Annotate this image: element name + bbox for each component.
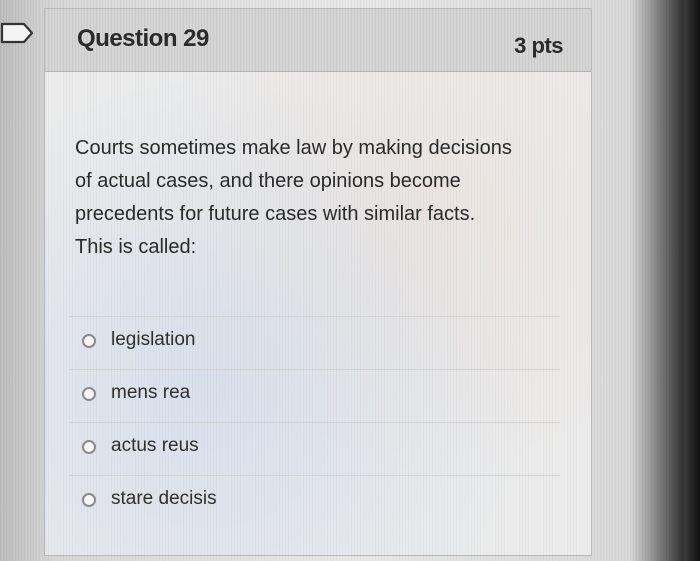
answer-label: legislation <box>111 329 196 350</box>
screen-edge <box>684 0 700 561</box>
radio-button[interactable] <box>82 387 96 401</box>
radio-button[interactable] <box>82 440 96 454</box>
question-text: Courts sometimes make law by making deci… <box>75 132 575 264</box>
answer-list: legislation mens rea actus reus stare de… <box>70 316 560 528</box>
question-title: Question 29 <box>77 25 209 52</box>
question-text-line: This is called: <box>75 236 197 258</box>
answer-option-legislation[interactable]: legislation <box>70 316 560 369</box>
answer-label: mens rea <box>111 382 191 403</box>
answer-label: actus reus <box>111 435 199 456</box>
answer-option-stare-decisis[interactable]: stare decisis <box>70 475 560 528</box>
question-text-line: Courts sometimes make law by making deci… <box>75 137 512 159</box>
answer-option-actus-reus[interactable]: actus reus <box>70 422 560 475</box>
radio-button[interactable] <box>82 334 96 348</box>
question-text-line: of actual cases, and there opinions beco… <box>75 170 461 192</box>
answer-label: stare decisis <box>111 488 217 509</box>
question-header: Question 29 3 pts <box>45 9 591 72</box>
bookmark-flag-icon[interactable] <box>0 22 34 44</box>
question-text-line: precedents for future cases with similar… <box>75 203 476 225</box>
radio-button[interactable] <box>82 493 96 507</box>
answer-option-mens-rea[interactable]: mens rea <box>70 369 560 422</box>
question-card: Question 29 3 pts Courts sometimes make … <box>44 8 592 556</box>
question-points: 3 pts <box>514 33 563 58</box>
